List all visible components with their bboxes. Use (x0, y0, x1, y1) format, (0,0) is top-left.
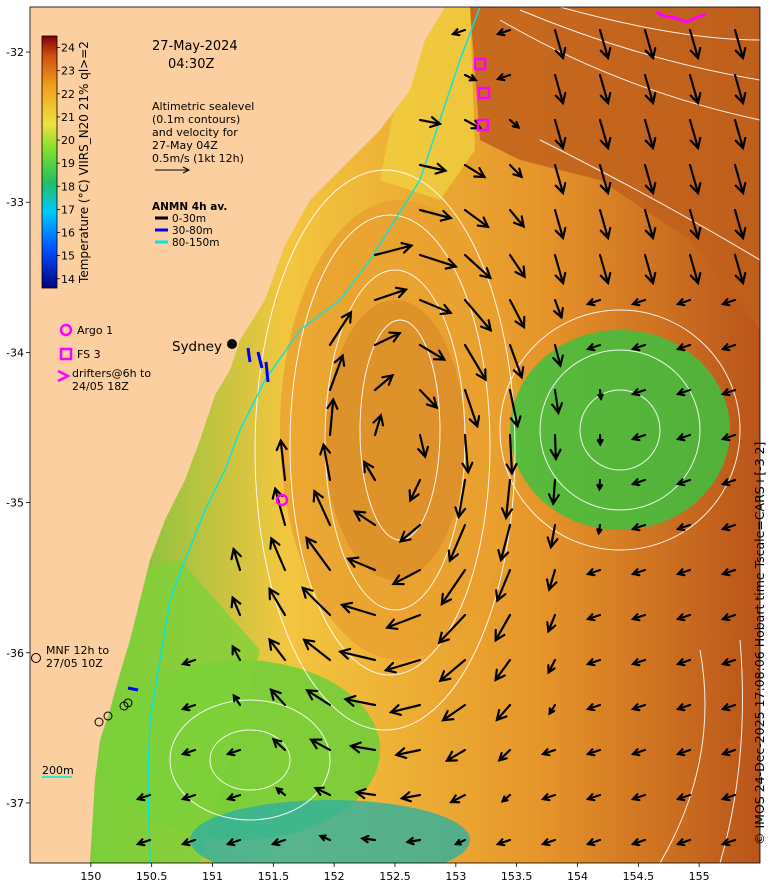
x-tick-label: 151.5 (258, 870, 290, 883)
colorbar-tick-label: 18 (61, 180, 75, 193)
svg-text:(0.1m contours): (0.1m contours) (152, 113, 240, 126)
colorbar-tick-label: 21 (61, 111, 75, 124)
colorbar-gradient (41, 35, 58, 289)
svg-text:0-30m: 0-30m (172, 213, 206, 225)
sydney-marker (227, 339, 237, 349)
colorbar-tick-label: 15 (61, 250, 75, 263)
svg-text:drifters@6h to: drifters@6h to (72, 367, 151, 380)
colorbar-tick-label: 19 (61, 157, 75, 170)
y-tick-label: -36 (6, 647, 24, 660)
y-tick-label: -32 (6, 46, 24, 59)
colorbar-tick-label: 23 (61, 65, 75, 78)
longitude-axis: 150 150.5 151 151.5 152 152.5 153 153.5 154 154.5… (80, 863, 710, 883)
svg-text:24/05 18Z: 24/05 18Z (72, 380, 129, 393)
svg-text:30-80m: 30-80m (172, 225, 213, 237)
svg-text:and velocity for: and velocity for (152, 126, 238, 139)
warm-eddy-center (325, 300, 465, 580)
colorbar: 24 23 22 21 20 19 18 17 16 15 14 Temperature (°C) … (41, 35, 91, 289)
x-tick-label: 151 (202, 870, 223, 883)
colorbar-tick-label: 22 (61, 88, 75, 101)
anmn-mooring-vector (127, 686, 139, 692)
x-tick-label: 154 (567, 870, 588, 883)
anmn-mooring-vector (264, 361, 270, 383)
y-tick-label: -34 (6, 346, 24, 359)
x-tick-label: 150 (80, 870, 101, 883)
y-tick-label: -33 (6, 196, 24, 209)
x-tick-label: 155 (689, 870, 710, 883)
anmn-mooring-vector (246, 347, 252, 363)
svg-text:FS 3: FS 3 (77, 348, 101, 361)
svg-text:Altimetric sealevel: Altimetric sealevel (152, 100, 254, 113)
svg-text:MNF 12h to: MNF 12h to (46, 644, 109, 657)
svg-text:ANMN 4h av.: ANMN 4h av. (152, 201, 227, 213)
x-tick-label: 150.5 (136, 870, 168, 883)
latitude-axis: -32 -33 -34 -35 -36 -37 (6, 46, 30, 810)
colorbar-tick-label: 17 (61, 203, 75, 216)
colorbar-tick-label: 24 (61, 42, 75, 55)
colorbar-label: Temperature (°C) VIIRS_N20 21% ql>=2 (77, 41, 91, 284)
x-tick-label: 152 (324, 870, 345, 883)
svg-text:27/05 10Z: 27/05 10Z (46, 657, 103, 670)
copyright-text: © IMOS 24-Dec-2025 17:08:06 Hobart time … (752, 441, 767, 845)
x-tick-label: 154.5 (623, 870, 655, 883)
map-area: Sydney 200m 27-May-2024 04:30Z Altimetri… (30, 7, 760, 863)
colorbar-tick-label: 14 (61, 273, 75, 286)
colorbar-tick-label: 16 (61, 227, 75, 240)
sst-map: Sydney 200m 27-May-2024 04:30Z Altimetri… (6, 6, 761, 883)
svg-text:Argo 1: Argo 1 (77, 324, 113, 337)
x-tick-label: 153.5 (501, 870, 533, 883)
svg-text:0.5m/s (1kt 12h): 0.5m/s (1kt 12h) (152, 152, 244, 165)
y-tick-label: -35 (6, 497, 24, 510)
x-tick-label: 153 (445, 870, 466, 883)
x-tick-label: 152.5 (379, 870, 411, 883)
map-time: 04:30Z (168, 57, 214, 72)
y-tick-label: -37 (6, 797, 24, 810)
svg-text:27-May 04Z: 27-May 04Z (152, 139, 218, 152)
map-date: 27-May-2024 (152, 39, 238, 54)
sydney-label: Sydney (172, 339, 222, 355)
depth-label: 200m (42, 764, 74, 777)
colorbar-tick-label: 20 (61, 134, 75, 147)
svg-text:80-150m: 80-150m (172, 237, 219, 249)
cool-eddy-east (510, 330, 730, 530)
